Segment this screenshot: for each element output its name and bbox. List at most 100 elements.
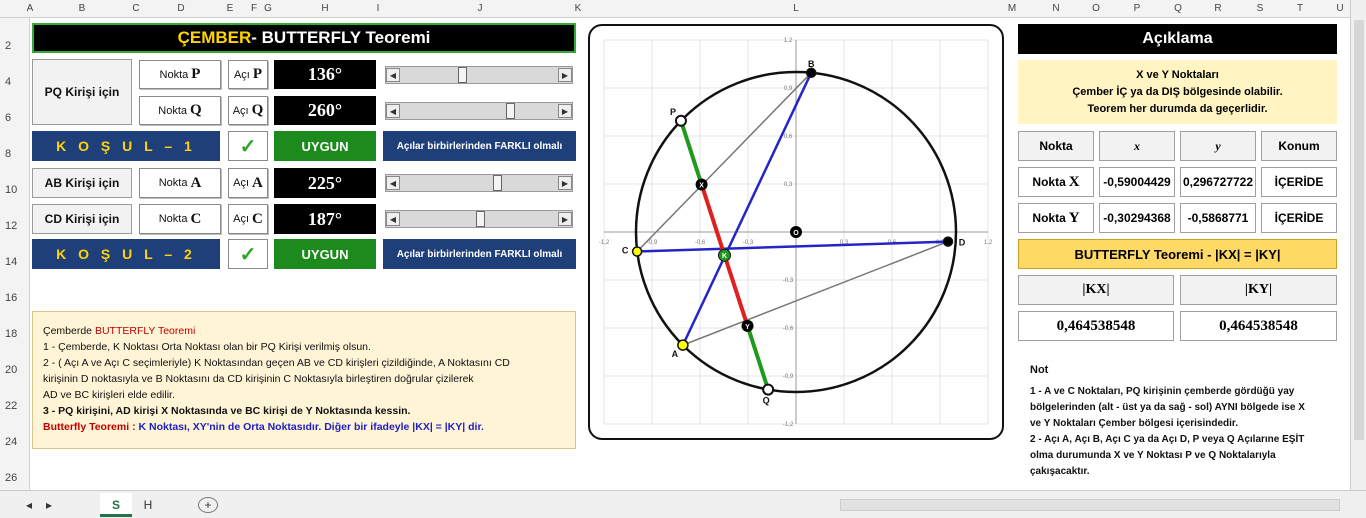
column-label[interactable]: D — [177, 3, 184, 14]
scroll-thumb[interactable] — [1354, 20, 1364, 440]
tab-s[interactable]: S — [100, 493, 132, 517]
col-nokta: Nokta — [1018, 131, 1094, 161]
tab-prev-icon[interactable]: ◂ — [22, 493, 36, 517]
y-tick-label: -1,2 — [783, 422, 794, 428]
slider-q[interactable]: ◀ ▶ — [385, 102, 573, 120]
row-label[interactable]: 8 — [5, 148, 11, 160]
slider-c[interactable]: ◀ ▶ — [385, 210, 573, 228]
row-label[interactable]: 24 — [5, 436, 17, 448]
aciklama-note: X ve Y Noktaları Çember İÇ ya da DIŞ bölg… — [1018, 60, 1337, 124]
row-label[interactable]: 12 — [5, 220, 17, 232]
column-label[interactable]: B — [79, 3, 86, 14]
kosul-2-check-icon[interactable]: ✓ — [228, 239, 268, 269]
row-label[interactable]: 2 — [5, 40, 11, 52]
tab-h[interactable]: H — [134, 493, 162, 517]
aciklama-header: Açıklama — [1018, 24, 1337, 54]
point-c-label: C — [622, 246, 629, 256]
kx-value: 0,464538548 — [1018, 311, 1174, 341]
column-label[interactable]: F — [251, 3, 257, 14]
aci-p-button[interactable]: Açı P — [228, 60, 268, 89]
angle-a-value: 225° — [274, 168, 376, 198]
column-label[interactable]: A — [27, 3, 34, 14]
y-tick-label: 0,9 — [784, 86, 793, 92]
point-b — [805, 67, 817, 79]
nokta-c-button[interactable]: Nokta C — [139, 204, 221, 234]
column-label[interactable]: M — [1008, 3, 1016, 14]
column-label[interactable]: G — [264, 3, 272, 14]
row-label[interactable]: 4 — [5, 76, 11, 88]
x-coord-y: 0,296727722 — [1180, 167, 1256, 197]
y-tick-label: -0,9 — [783, 374, 794, 380]
point-q-label: Q — [763, 396, 770, 406]
ky-value: 0,464538548 — [1180, 311, 1337, 341]
ab-label: AB Kirişi için — [32, 168, 132, 198]
slider-a-knob[interactable] — [493, 175, 502, 191]
row-label[interactable]: 26 — [5, 472, 17, 484]
column-label[interactable]: R — [1214, 3, 1221, 14]
x-tick-label: 1,2 — [984, 240, 993, 246]
column-label[interactable]: O — [1092, 3, 1100, 14]
angle-c-value: 187° — [274, 204, 376, 234]
nokta-a-button[interactable]: Nokta A — [139, 168, 221, 198]
column-label[interactable]: J — [478, 3, 483, 14]
column-label[interactable]: Q — [1174, 3, 1182, 14]
butterfly-chart: -1,2-0,9-0,6-0,30,30,60,91,21,20,90,60,3… — [588, 24, 1004, 440]
vertical-scrollbar[interactable] — [1350, 0, 1366, 490]
slider-left-arrow-icon[interactable]: ◀ — [386, 176, 400, 190]
horizontal-scrollbar[interactable] — [840, 499, 1340, 511]
slider-right-arrow-icon[interactable]: ▶ — [558, 212, 572, 226]
kosul-1-check-icon[interactable]: ✓ — [228, 131, 268, 161]
point-q — [762, 383, 775, 396]
sheet-tab-bar: ◂ ▸ S H + — [0, 490, 1366, 518]
row-label[interactable]: 6 — [5, 112, 11, 124]
segment-yq — [745, 325, 771, 391]
column-label[interactable]: I — [377, 3, 380, 14]
kosul-1-status: UYGUN — [274, 131, 376, 161]
row-label[interactable]: 14 — [5, 256, 17, 268]
slider-p-knob[interactable] — [458, 67, 467, 83]
column-label[interactable]: C — [132, 3, 139, 14]
column-label[interactable]: T — [1297, 3, 1303, 14]
aci-c-button[interactable]: Açı C — [228, 204, 268, 234]
slider-a[interactable]: ◀ ▶ — [385, 174, 573, 192]
column-label[interactable]: P — [1134, 3, 1141, 14]
slider-right-arrow-icon[interactable]: ▶ — [558, 68, 572, 82]
y-konum: İÇERİDE — [1261, 203, 1337, 233]
cd-label: CD Kirişi için — [32, 204, 132, 234]
point-d-label: D — [959, 238, 966, 248]
point-d — [942, 236, 954, 247]
slider-right-arrow-icon[interactable]: ▶ — [558, 176, 572, 190]
slider-left-arrow-icon[interactable]: ◀ — [386, 212, 400, 226]
row-label[interactable]: 10 — [5, 184, 17, 196]
slider-left-arrow-icon[interactable]: ◀ — [386, 104, 400, 118]
notes-section: Not 1 - A ve C Noktaları, PQ kirişinin ç… — [1030, 364, 1305, 477]
column-label[interactable]: K — [575, 3, 582, 14]
row-label[interactable]: 18 — [5, 328, 17, 340]
column-label[interactable]: S — [1257, 3, 1264, 14]
nokta-q-button[interactable]: Nokta Q — [139, 96, 221, 125]
row-label[interactable]: 16 — [5, 292, 17, 304]
column-label[interactable]: E — [227, 3, 234, 14]
aci-a-button[interactable]: Açı A — [228, 168, 268, 198]
nokta-p-button[interactable]: Nokta P — [139, 60, 221, 89]
nokta-x-label: Nokta X — [1018, 167, 1094, 197]
y-tick-label: 0,6 — [784, 134, 793, 140]
angle-p-value: 136° — [274, 60, 376, 89]
row-label[interactable]: 20 — [5, 364, 17, 376]
slider-left-arrow-icon[interactable]: ◀ — [386, 68, 400, 82]
column-label[interactable]: U — [1336, 3, 1343, 14]
row-label[interactable]: 22 — [5, 400, 17, 412]
ky-header: |KY| — [1180, 275, 1337, 305]
slider-right-arrow-icon[interactable]: ▶ — [558, 104, 572, 118]
column-label[interactable]: L — [793, 3, 799, 14]
slider-c-knob[interactable] — [476, 211, 485, 227]
slider-p[interactable]: ◀ ▶ — [385, 66, 573, 84]
point-p-label: P — [670, 107, 676, 117]
segment-px — [679, 120, 704, 186]
column-label[interactable]: N — [1052, 3, 1059, 14]
aci-q-button[interactable]: Açı Q — [228, 96, 268, 125]
column-label[interactable]: H — [321, 3, 328, 14]
tab-next-icon[interactable]: ▸ — [42, 493, 56, 517]
add-sheet-icon[interactable]: + — [198, 497, 218, 513]
slider-q-knob[interactable] — [506, 103, 515, 119]
